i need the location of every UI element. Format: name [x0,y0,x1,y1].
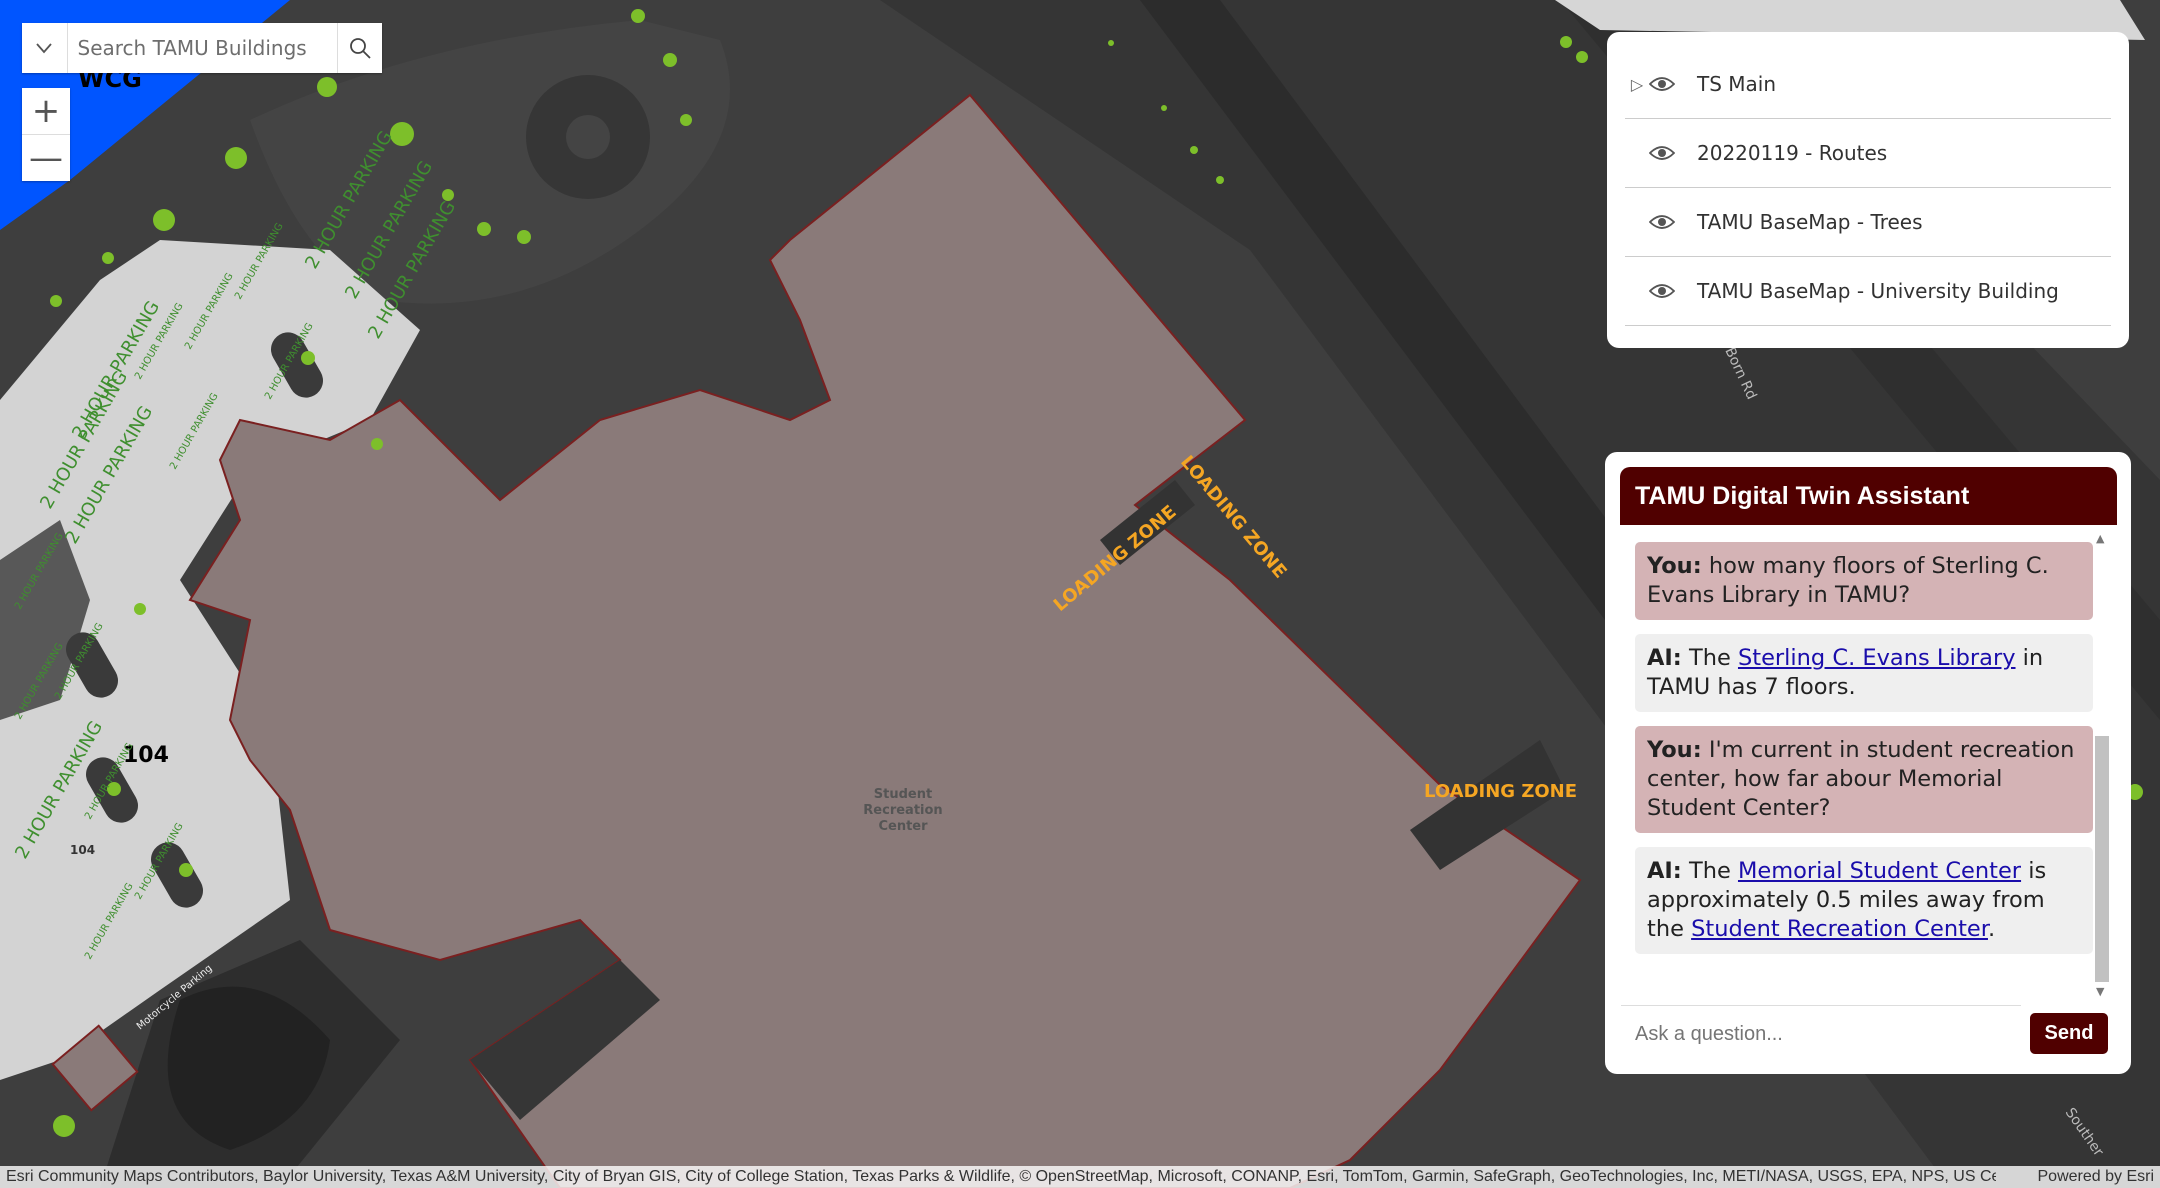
lot-104-small-label: 104 [70,843,95,857]
layer-label: TAMU BaseMap - University Building [1697,279,2059,303]
building-label-line-2: Recreation [863,803,942,818]
eye-icon[interactable] [1649,143,1681,163]
loading-zone-label: LOADING ZONE [1424,781,1577,802]
speaker-label: AI: [1647,858,1682,884]
search-input[interactable] [67,23,337,73]
speaker-label: AI: [1647,645,1682,671]
zoom-in-button[interactable]: + [22,88,70,134]
scroll-up-icon[interactable]: ▲ [2096,532,2104,545]
eye-icon[interactable] [1649,281,1681,301]
attribution-text[interactable]: Esri Community Maps Contributors, Baylor… [6,1166,1996,1188]
eye-icon[interactable] [1649,74,1681,94]
building-label-line-1: Student [874,787,932,802]
message-text: . [1987,916,1996,942]
chat-panel: TAMU Digital Twin Assistant You: how man… [1605,452,2131,1074]
layer-item-ts-main[interactable]: ▷ TS Main [1625,50,2111,119]
chat-message-user: You: how many floors of Sterling C. Evan… [1635,542,2093,620]
attribution-bar: Esri Community Maps Contributors, Baylor… [0,1166,2160,1188]
layer-item-trees[interactable]: TAMU BaseMap - Trees [1625,188,2111,257]
chat-messages[interactable]: You: how many floors of Sterling C. Evan… [1635,542,2093,972]
powered-by-esri[interactable]: Powered by Esri [2038,1166,2155,1188]
message-text: The [1688,858,1731,884]
message-text: how many floors of Sterling C. Evans Lib… [1647,553,2049,608]
search-widget [22,23,382,73]
scroll-down-icon[interactable]: ▼ [2096,985,2104,998]
chat-title: TAMU Digital Twin Assistant [1620,467,2117,525]
building-label-line-3: Center [878,819,928,834]
layer-item-routes[interactable]: 20220119 - Routes [1625,119,2111,188]
chat-scrollbar[interactable]: ▲ ▼ [2092,530,2112,1002]
layer-item-university-building[interactable]: TAMU BaseMap - University Building [1625,257,2111,326]
layer-label: TAMU BaseMap - Trees [1697,210,1923,234]
message-text: The [1688,645,1731,671]
building-link[interactable]: Student Recreation Center [1691,916,1988,942]
zoom-control: + — [22,88,70,181]
layer-list: ▷ TS Main 20220119 - Routes TAMU BaseMap… [1607,32,2129,348]
divider [1621,1005,2021,1006]
zoom-out-button[interactable]: — [22,134,70,181]
chat-message-user: You: I'm current in student recreation c… [1635,726,2093,833]
scrollbar-thumb[interactable] [2095,736,2109,982]
search-source-dropdown[interactable] [22,23,68,73]
speaker-label: You: [1647,553,1702,579]
chat-input[interactable] [1621,1008,2023,1060]
expand-triangle-icon[interactable]: ▷ [1625,75,1649,94]
building-link[interactable]: Sterling C. Evans Library [1738,645,2016,671]
eye-icon[interactable] [1649,212,1681,232]
message-text: I'm current in student recreation center… [1647,737,2075,821]
chevron-down-icon [36,43,52,54]
search-button[interactable] [336,23,383,73]
send-button[interactable]: Send [2030,1013,2108,1054]
layer-label: 20220119 - Routes [1697,141,1888,165]
chat-message-ai: AI: The Memorial Student Center is appro… [1635,847,2093,954]
search-icon [349,38,371,59]
speaker-label: You: [1647,737,1702,763]
building-link[interactable]: Memorial Student Center [1738,858,2021,884]
layer-label: TS Main [1697,72,1777,96]
chat-message-ai: AI: The Sterling C. Evans Library in TAM… [1635,634,2093,712]
